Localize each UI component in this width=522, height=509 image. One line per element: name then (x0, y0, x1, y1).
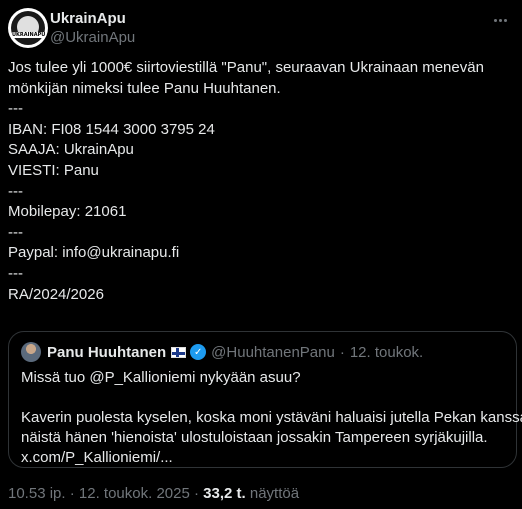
tweet-line: Paypal: info@ukrainapu.fi (8, 244, 180, 262)
tweet-line: --- (8, 223, 23, 241)
tweet-line: RA/2024/2026 (8, 285, 104, 303)
footer-separator: · (193, 485, 199, 502)
quoted-text: Missä tuo @P_Kallioniemi nykyään asuu? K… (21, 368, 522, 468)
tweet-line: VIESTI: Panu (8, 161, 99, 179)
author-handle[interactable]: @UkrainApu (50, 29, 135, 47)
tweet-line: --- (8, 264, 23, 282)
finland-flag-icon (171, 346, 187, 358)
tweet-line: mönkijän nimeksi tulee Panu Huuhtanen. (8, 79, 281, 97)
avatar-label: UKRAINAPU (12, 32, 46, 38)
footer-separator: · (69, 485, 75, 502)
more-icon (493, 18, 497, 22)
tweet-line: SAAJA: UkrainApu (8, 141, 134, 159)
quoted-date[interactable]: 12. toukok. (350, 344, 423, 361)
tweet-line: Mobilepay: 21061 (8, 203, 127, 221)
tweet-line: IBAN: FI08 1544 3000 3795 24 (8, 120, 215, 138)
tweet: UKRAINAPU UkrainApu @UkrainApu Jos tulee… (0, 0, 522, 509)
quoted-tweet[interactable]: Panu Huuhtanen ✓ @HuuhtanenPanu · 12. to… (8, 331, 522, 468)
views-count: 33,2 t. (203, 485, 246, 502)
quoted-avatar[interactable] (21, 342, 41, 362)
quoted-line: näistä hänen 'hienoista' ulostuloistaan … (21, 429, 488, 446)
tweet-text: Jos tulee yli 1000€ siirtoviestillä "Pan… (8, 58, 508, 305)
quoted-separator: · (339, 343, 345, 361)
author-block: UkrainApu @UkrainApu (50, 10, 135, 47)
tweet-footer: 10.53 ip. · 12. toukok. 2025 · 33,2 t. n… (8, 485, 299, 502)
tweet-date[interactable]: 12. toukok. 2025 (79, 485, 190, 502)
quoted-tweet-header: Panu Huuhtanen ✓ @HuuhtanenPanu · 12. to… (21, 342, 504, 362)
quoted-line: Kaverin puolesta kyselen, koska moni yst… (21, 409, 522, 426)
more-options-button[interactable] (490, 10, 510, 30)
quoted-handle[interactable]: @HuuhtanenPanu (211, 344, 335, 361)
tweet-line: --- (8, 182, 23, 200)
quoted-link[interactable]: x.com/P_Kallioniemi/... (21, 448, 504, 468)
quoted-line: Missä tuo @P_Kallioniemi nykyään asuu? (21, 369, 301, 386)
tweet-line: Jos tulee yli 1000€ siirtoviestillä "Pan… (8, 59, 484, 76)
tweet-time[interactable]: 10.53 ip. (8, 485, 66, 502)
verified-badge-icon: ✓ (190, 344, 207, 360)
author-display-name[interactable]: UkrainApu (50, 10, 135, 28)
quoted-display-name[interactable]: Panu Huuhtanen (47, 344, 166, 361)
tweet-line: --- (8, 100, 23, 118)
quoted-line (21, 388, 504, 408)
tweet-header: UKRAINAPU UkrainApu @UkrainApu (8, 8, 514, 48)
views-label: näyttöä (249, 485, 300, 502)
avatar[interactable]: UKRAINAPU (8, 8, 48, 48)
